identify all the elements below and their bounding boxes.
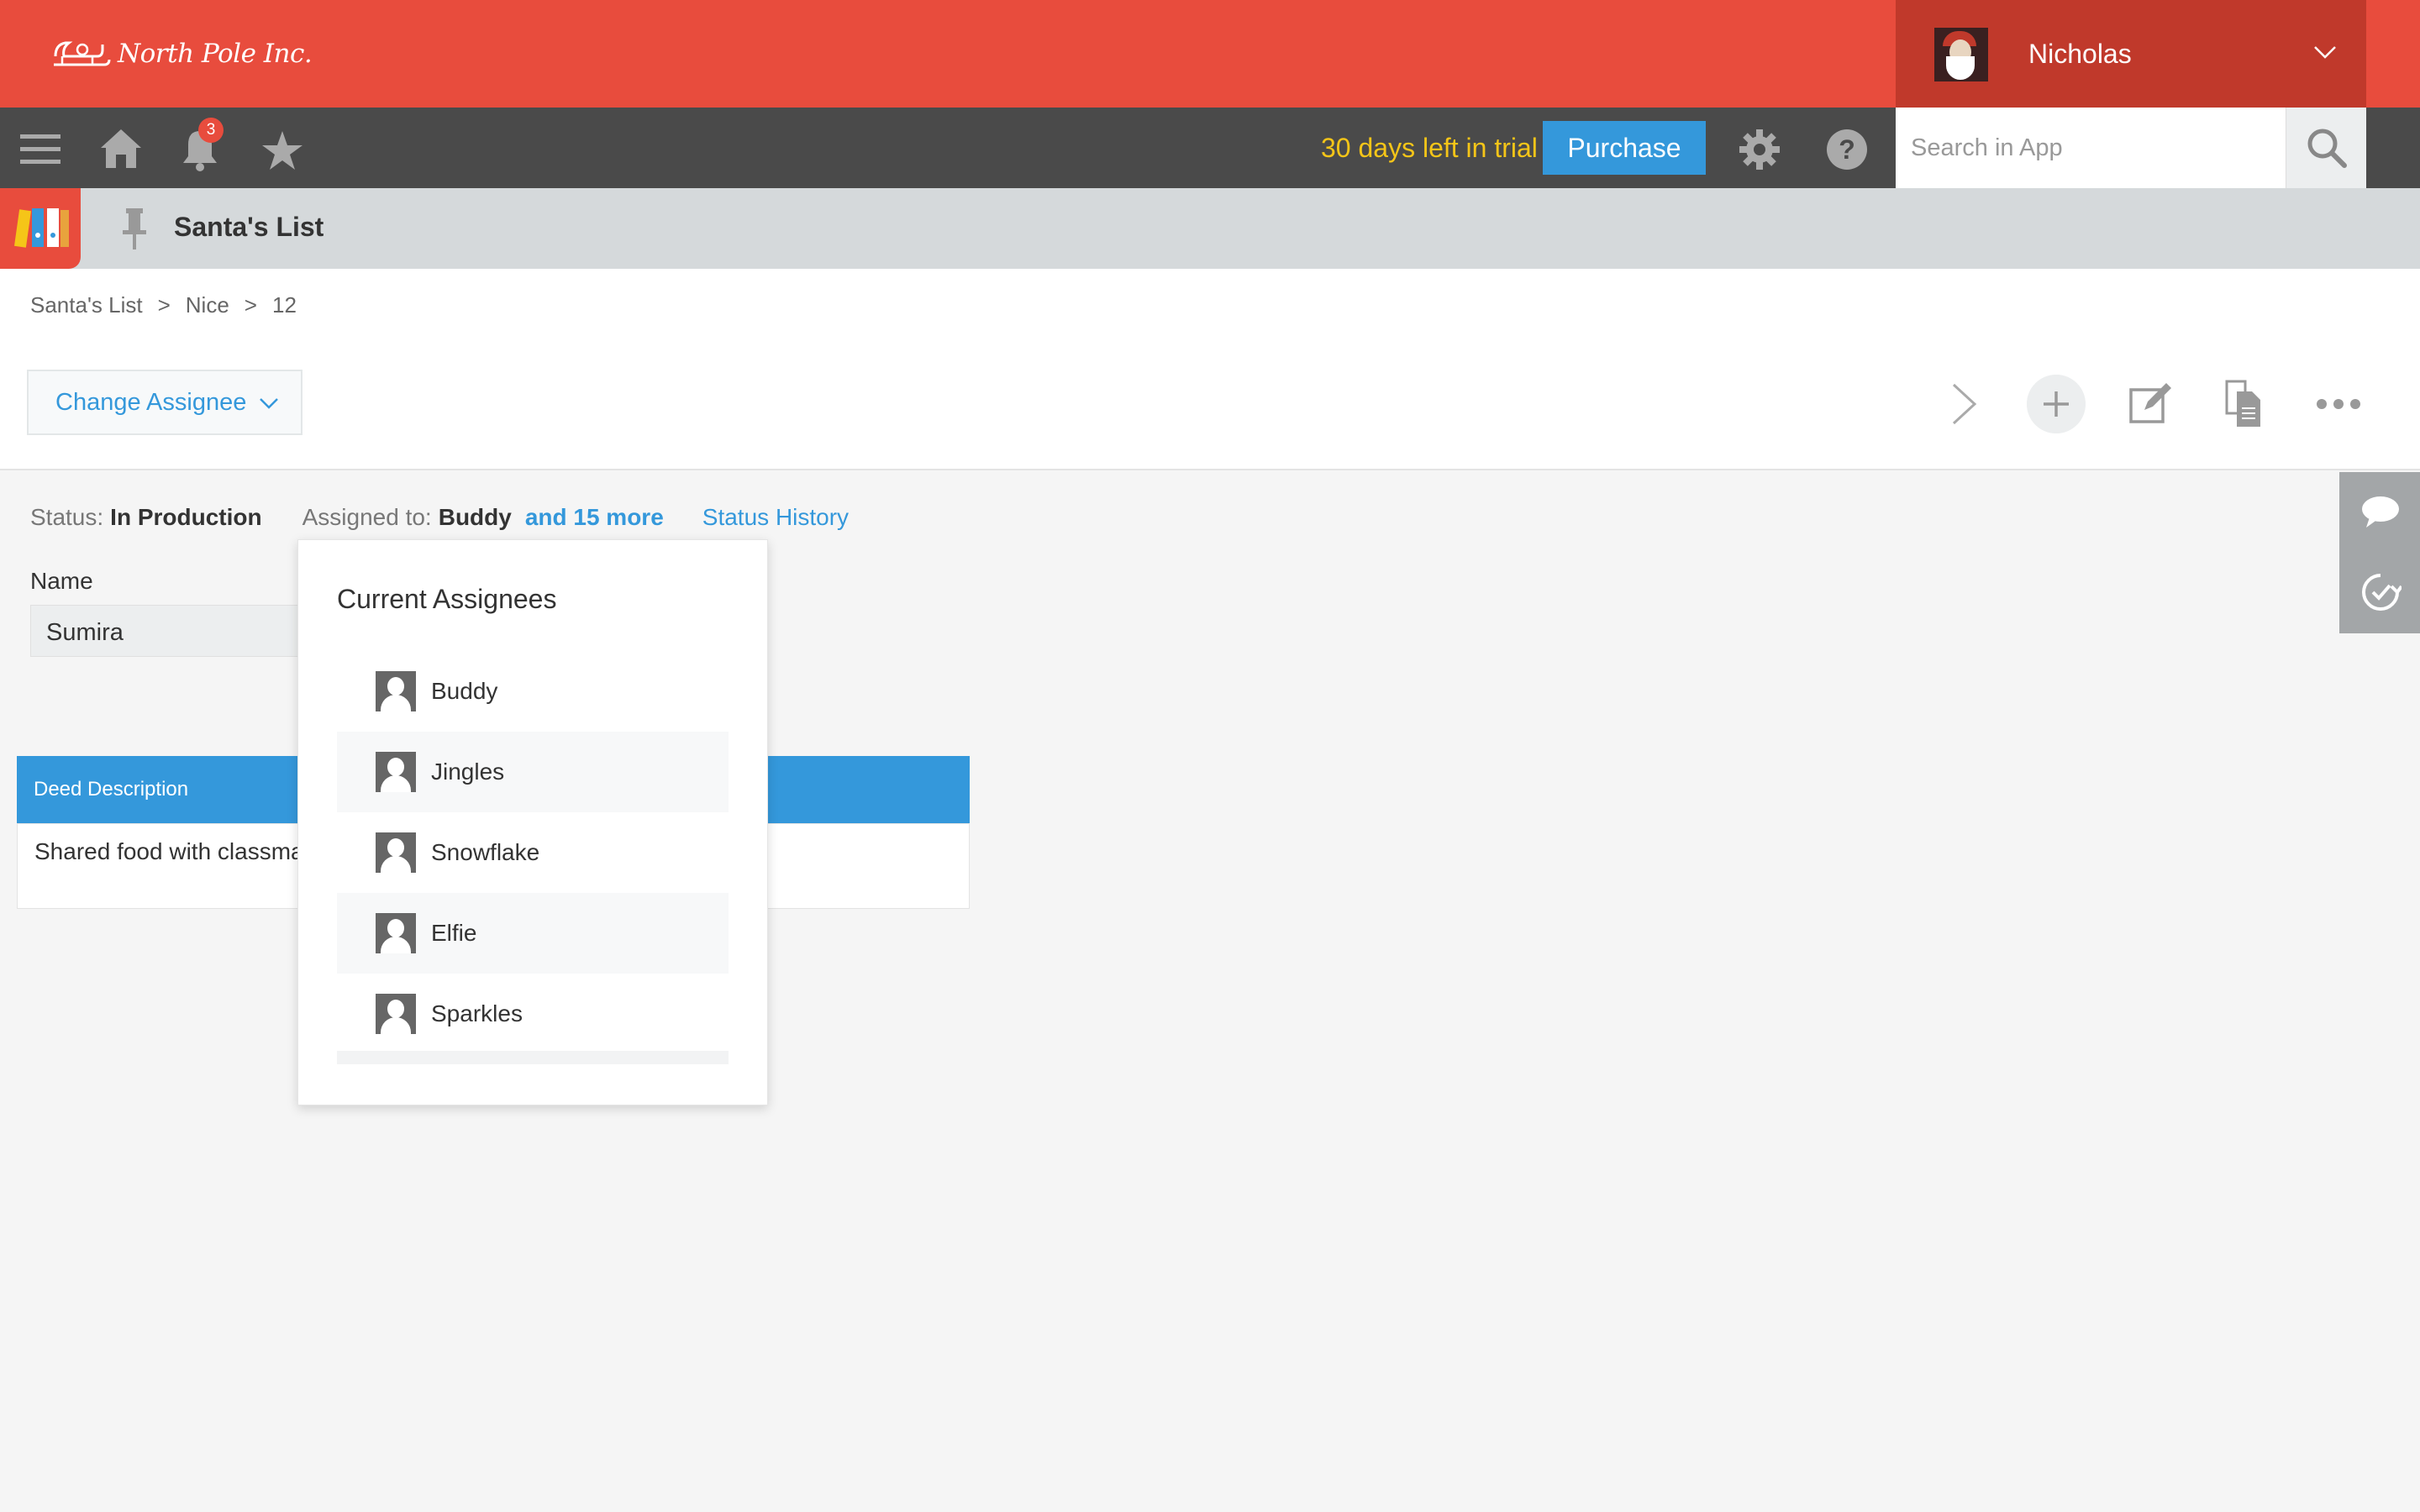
assignee-item: Snowflake: [337, 812, 729, 893]
status-value: In Production: [110, 504, 262, 530]
duplicate-icon[interactable]: [2215, 375, 2274, 433]
more-assignees-link[interactable]: and 15 more: [525, 504, 664, 531]
assignee-name: Buddy: [431, 678, 498, 704]
search-button[interactable]: [2286, 108, 2366, 188]
purchase-button[interactable]: Purchase: [1543, 121, 1706, 175]
search-input[interactable]: [1896, 108, 2286, 188]
breadcrumb-separator: >: [244, 292, 257, 318]
assignee-name: Sparkles: [431, 1000, 523, 1026]
search-icon: [2307, 129, 2347, 168]
assignee-item: Sparkles: [337, 974, 729, 1054]
sleigh-icon: [54, 41, 111, 66]
name-field-label: Name: [30, 568, 93, 594]
help-icon[interactable]: ?: [1823, 126, 1870, 173]
assigned-label: Assigned to:: [302, 504, 432, 530]
popup-title: Current Assignees: [337, 584, 557, 614]
menu-icon[interactable]: [17, 126, 64, 173]
status-label: Status:: [30, 504, 104, 530]
assignee-name: Elfie: [431, 920, 477, 946]
next-record-icon[interactable]: [1933, 375, 1991, 433]
breadcrumb-record-id: 12: [271, 292, 297, 318]
breadcrumb-separator: >: [157, 292, 171, 318]
assigned-value: Buddy: [438, 504, 512, 530]
user-menu[interactable]: Nicholas: [1896, 0, 2366, 108]
breadcrumb-view-link[interactable]: Nice: [186, 292, 229, 318]
user-icon: [376, 752, 416, 792]
status-row: Status: In Production Assigned to: Buddy…: [30, 504, 849, 531]
app-bar: [0, 188, 2420, 269]
status-history-link[interactable]: Status History: [702, 504, 849, 531]
change-assignee-button[interactable]: Change Assignee: [27, 370, 302, 435]
more-options-icon[interactable]: [2309, 375, 2368, 433]
breadcrumb: Santa's List > Nice > 12: [30, 292, 312, 318]
search-box: [1896, 108, 2366, 188]
user-icon: [376, 994, 416, 1034]
top-header: North Pole Inc. Nicholas: [0, 0, 2420, 108]
app-title: Santa's List: [174, 212, 324, 242]
svg-text:?: ?: [1839, 134, 1855, 165]
side-panel: [2339, 472, 2420, 633]
avatar: [1934, 28, 1988, 81]
chevron-down-icon: [260, 398, 278, 409]
gear-icon[interactable]: [1736, 126, 1783, 173]
assignee-item: Jingles: [337, 732, 729, 812]
user-icon: [376, 671, 416, 711]
assignee-name: Snowflake: [431, 839, 540, 865]
assignees-popup: Current Assignees Buddy Jingles Snowflak…: [297, 539, 768, 1105]
user-name: Nicholas: [2028, 39, 2132, 69]
add-icon[interactable]: [2027, 375, 2086, 433]
pin-icon[interactable]: [118, 205, 151, 252]
home-icon[interactable]: [97, 126, 145, 173]
brand-logo[interactable]: North Pole Inc.: [50, 30, 313, 77]
popup-scroll-area[interactable]: [337, 1051, 729, 1064]
change-assignee-label: Change Assignee: [55, 388, 247, 416]
edit-icon[interactable]: [2121, 375, 2180, 433]
comment-icon[interactable]: [2360, 491, 2402, 533]
user-icon: [376, 832, 416, 873]
brand-name: North Pole Inc.: [118, 39, 313, 69]
books-icon[interactable]: [0, 188, 81, 269]
trial-notice: 30 days left in trial: [1321, 133, 1538, 163]
assignee-item: Elfie: [337, 893, 729, 974]
assignee-item: Buddy: [337, 651, 729, 732]
notification-badge: 3: [198, 118, 224, 143]
user-icon: [376, 913, 416, 953]
record-header: [0, 269, 2420, 470]
history-icon[interactable]: [2360, 571, 2402, 613]
chevron-down-icon: [2314, 46, 2336, 59]
star-icon[interactable]: [259, 128, 306, 175]
assignee-name: Jingles: [431, 759, 505, 785]
breadcrumb-app-link[interactable]: Santa's List: [30, 292, 143, 318]
